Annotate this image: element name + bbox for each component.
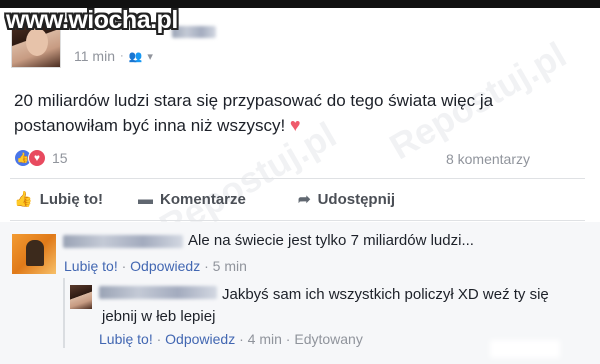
reply-author-name-redacted[interactable] [99,286,217,299]
post-author-name-redacted[interactable] [172,26,216,38]
comment-meta: Lubię to! · Odpowiedz · 5 min [64,258,247,274]
commenter-avatar[interactable] [12,234,56,274]
share-button[interactable]: ➦ Udostępnij [298,190,395,209]
like-button[interactable]: 👍 Lubię to! [14,190,138,209]
thumbs-up-icon: 👍 [14,191,33,208]
edited-label[interactable]: Edytowany [294,331,362,347]
love-reaction-icon: ♥ [28,149,46,167]
reply-author-avatar[interactable] [70,285,92,309]
reply-like-link[interactable]: Lubię to! [99,331,153,347]
post-meta: 11 min · 👥 ▾ [74,48,153,64]
reply-text: Jakbyś sam ich wszystkich policzył XD we… [102,286,549,325]
comment-text: Ale na świecie jest tylko 7 miliardów lu… [188,232,474,249]
reply-thread-line [63,278,65,348]
reaction-count: 15 [52,150,68,166]
reactions-summary[interactable]: 👍 ♥ 15 [14,149,68,167]
commenter-name-redacted[interactable] [63,235,183,248]
reply-time[interactable]: 4 min [248,331,282,347]
redacted-area [490,340,560,358]
comment-reply-link[interactable]: Odpowiedz [130,258,200,274]
divider [10,220,585,221]
heart-emoji-icon: ♥ [289,115,301,135]
reply-meta: Lubię to! · Odpowiedz · 4 min · Edytowan… [99,331,363,347]
comment-button[interactable]: ▬ Komentarze [138,190,298,208]
friends-icon[interactable]: 👥 [129,50,143,63]
divider [10,178,585,179]
post-text: 20 miliardów ludzi stara się przypasować… [14,91,494,135]
share-arrow-icon: ➦ [298,191,311,208]
comment-time[interactable]: 5 min [213,258,247,274]
post-time[interactable]: 11 min [74,48,115,64]
reply-reply-link[interactable]: Odpowiedz [165,331,235,347]
site-watermark-logo: www.wiocha.pl [6,6,178,34]
comment-icon: ▬ [138,190,153,208]
comment-count[interactable]: 8 komentarzy [446,151,530,167]
action-bar: 👍 Lubię to! ▬ Komentarze ➦ Udostępnij [14,190,574,209]
comment-like-link[interactable]: Lubię to! [64,258,118,274]
chevron-down-icon[interactable]: ▾ [147,50,153,63]
